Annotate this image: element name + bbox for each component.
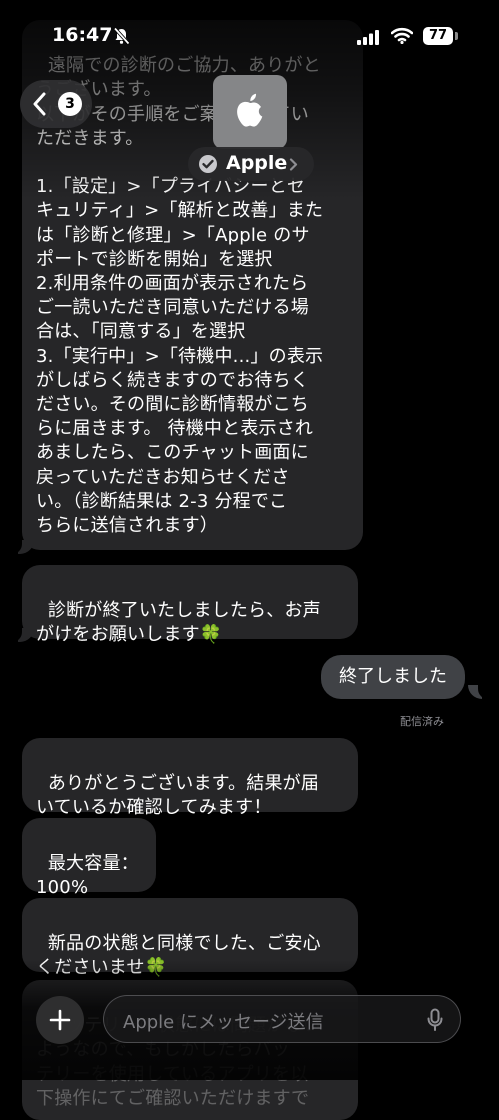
status-bar: 16:47 77 (0, 0, 499, 60)
bubble-tail-outgoing (468, 685, 490, 699)
battery-icon: 77 (423, 27, 453, 45)
chevron-left-icon (33, 92, 46, 116)
battery-level: 77 (428, 28, 448, 43)
wifi-icon (391, 27, 413, 44)
bubble-tail (10, 540, 34, 554)
message-bubble-outgoing: 終了しました (321, 655, 465, 699)
message-input-placeholder: Apple にメッセージ送信 (123, 1012, 324, 1033)
unread-badge: 3 (58, 92, 82, 116)
back-button[interactable]: 3 (20, 80, 92, 128)
message-bubble-capacity: 最大容量： 100% (22, 818, 156, 898)
contact-avatar[interactable] (213, 75, 287, 149)
plus-icon (49, 1009, 71, 1031)
message-text: 終了しました (339, 666, 447, 687)
verified-badge-icon (199, 155, 217, 173)
message-text: 診断が終了いたしましたら、お声 がけをお願いします🍀 (36, 600, 321, 646)
contact-name-pill[interactable]: Apple (188, 147, 314, 181)
mic-icon[interactable] (426, 1008, 444, 1032)
apple-logo-icon (237, 93, 263, 127)
message-text: 最大容量： 100% (36, 853, 139, 899)
bubble-tail (10, 628, 34, 642)
bell-slash-icon (113, 27, 130, 45)
battery-cap (455, 32, 458, 40)
add-button[interactable] (36, 996, 84, 1044)
signal-icon (357, 30, 379, 45)
message-input[interactable]: Apple にメッセージ送信 (103, 995, 461, 1043)
message-bubble-thanks: ありがとうございます。結果が届 いているか確認してみます！ (22, 738, 358, 818)
delivery-status: 配信済み (400, 715, 444, 728)
contact-name: Apple (226, 152, 288, 174)
chevron-right-icon (289, 158, 298, 171)
unread-count: 3 (65, 96, 75, 112)
message-bubble-request: 診断が終了いたしましたら、お声 がけをお願いします🍀 (22, 565, 358, 645)
status-time: 16:47 (52, 24, 113, 46)
message-text: ありがとうございます。結果が届 いているか確認してみます！ (36, 773, 320, 819)
